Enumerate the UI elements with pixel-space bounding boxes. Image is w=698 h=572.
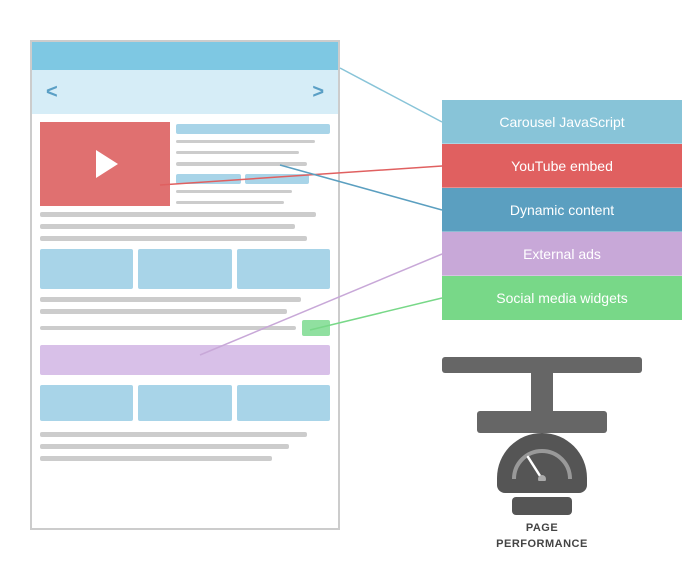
purple-banner	[40, 345, 330, 375]
scale-dome	[497, 433, 587, 493]
label-stack: Carousel JavaScript YouTube embed Dynami…	[442, 100, 682, 320]
label-dynamic-text: Dynamic content	[510, 202, 614, 218]
scale-container: PAGE PERFORMANCE	[442, 357, 642, 552]
webpage-nav: < >	[32, 70, 338, 114]
social-widget-indicator	[302, 320, 330, 336]
label-social: Social media widgets	[442, 276, 682, 320]
text-line	[176, 140, 315, 143]
card-3	[237, 249, 330, 289]
text-line	[40, 236, 307, 241]
content-section-1	[32, 210, 338, 243]
line-decoration	[40, 326, 296, 330]
text-line	[40, 297, 301, 302]
text-line	[40, 456, 272, 461]
label-social-text: Social media widgets	[496, 290, 628, 306]
bottom-card-1	[40, 385, 133, 421]
bottom-card-3	[237, 385, 330, 421]
content-section-2	[32, 295, 338, 316]
scale-platform	[442, 357, 642, 373]
card-1	[40, 249, 133, 289]
text-line	[176, 190, 292, 193]
scale-label: PAGE PERFORMANCE	[496, 521, 588, 552]
text-line	[176, 162, 307, 165]
text-line	[40, 309, 287, 314]
webpage-header	[32, 42, 338, 70]
label-ads-text: External ads	[523, 246, 601, 262]
card-2	[138, 249, 231, 289]
label-carousel: Carousel JavaScript	[442, 100, 682, 144]
webpage-mockup: < >	[30, 40, 340, 530]
content-line	[176, 124, 330, 134]
label-dynamic: Dynamic content	[442, 188, 682, 232]
text-line	[40, 444, 289, 449]
scale-base	[477, 411, 607, 433]
bottom-card-2	[138, 385, 231, 421]
main-container: < >	[0, 0, 698, 572]
label-ads: External ads	[442, 232, 682, 276]
label-youtube: YouTube embed	[442, 144, 682, 188]
content-block	[176, 174, 241, 184]
video-thumbnail	[40, 122, 170, 206]
text-line	[176, 201, 284, 204]
text-line	[176, 151, 299, 154]
card-row-1	[32, 249, 338, 289]
text-line	[40, 432, 307, 437]
gauge-svg	[510, 445, 574, 481]
content-section-3	[32, 430, 338, 463]
widget-row	[32, 316, 338, 340]
scale-neck	[531, 373, 553, 411]
scale-foot	[512, 497, 572, 515]
label-youtube-text: YouTube embed	[511, 158, 613, 174]
nav-arrow-right[interactable]: >	[312, 81, 324, 104]
label-carousel-text: Carousel JavaScript	[499, 114, 624, 130]
hero-content	[176, 122, 330, 206]
bottom-cards	[32, 380, 338, 426]
content-block	[245, 174, 310, 184]
nav-arrow-left[interactable]: <	[46, 81, 58, 104]
webpage-hero	[32, 114, 338, 214]
text-line	[40, 212, 316, 217]
text-line	[40, 224, 295, 229]
play-icon	[96, 150, 118, 178]
